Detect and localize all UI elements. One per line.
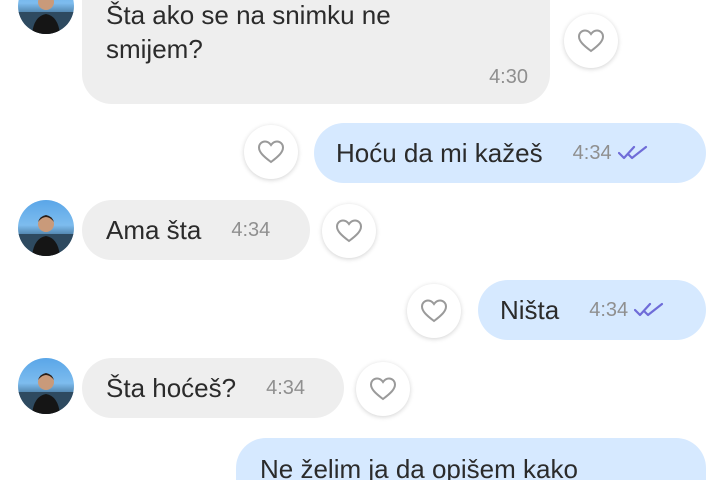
- heart-icon: [369, 377, 397, 401]
- heart-reaction-button[interactable]: [322, 204, 376, 258]
- message-bubble-incoming[interactable]: Ama šta 4:34: [82, 200, 310, 260]
- read-receipt-icon: [617, 145, 647, 160]
- heart-icon: [420, 299, 448, 323]
- message-timestamp: 4:34: [589, 299, 629, 321]
- message-bubble-outgoing[interactable]: Ne želim ja da opišem kako: [236, 438, 706, 480]
- heart-reaction-button[interactable]: [244, 125, 298, 179]
- heart-icon: [257, 140, 285, 164]
- read-receipt-icon: [634, 302, 664, 317]
- heart-reaction-button[interactable]: [564, 14, 618, 68]
- chat-thread: Šta ako se na snimku ne smijem? 4:30 Hoć…: [0, 0, 720, 480]
- message-text: Ne želim ja da opišem kako: [260, 454, 578, 480]
- message-timestamp: 4:34: [231, 219, 271, 241]
- heart-reaction-button[interactable]: [407, 284, 461, 338]
- contact-photo: [18, 215, 74, 256]
- message-text: Ama šta: [106, 215, 202, 245]
- message-timestamp: 4:34: [266, 377, 306, 399]
- message-text: Hoću da mi kažeš: [336, 138, 543, 168]
- message-timestamp: 4:30: [489, 66, 528, 88]
- heart-icon: [577, 29, 605, 53]
- message-text: Šta hoćeš?: [106, 373, 237, 403]
- contact-photo: [18, 0, 74, 34]
- heart-icon: [335, 219, 363, 243]
- message-timestamp: 4:34: [572, 142, 612, 164]
- contact-avatar[interactable]: [18, 358, 74, 414]
- contact-photo: [18, 373, 74, 414]
- message-text-line: smijem?: [106, 34, 203, 64]
- message-bubble-incoming[interactable]: Šta ako se na snimku ne smijem? 4:30: [82, 0, 550, 104]
- message-bubble-outgoing[interactable]: Ništa 4:34: [478, 280, 706, 340]
- message-bubble-incoming[interactable]: Šta hoćeš? 4:34: [82, 358, 344, 418]
- heart-reaction-button[interactable]: [356, 362, 410, 416]
- message-text-line: Šta ako se na snimku ne: [106, 0, 391, 30]
- message-text: Ništa: [500, 295, 560, 325]
- message-bubble-outgoing[interactable]: Hoću da mi kažeš 4:34: [314, 123, 706, 183]
- contact-avatar[interactable]: [18, 0, 74, 34]
- contact-avatar[interactable]: [18, 200, 74, 256]
